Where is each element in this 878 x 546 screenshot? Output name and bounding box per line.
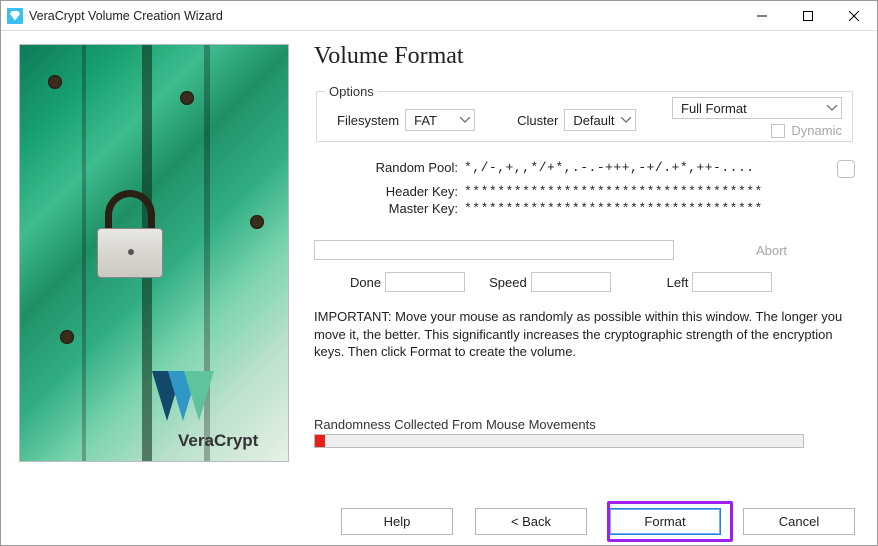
format-mode-value: Full Format [681, 101, 747, 116]
done-label: Done [350, 275, 381, 290]
random-pool-label: Random Pool: [314, 160, 464, 175]
progress-row: Abort [314, 240, 855, 260]
chevron-down-icon [460, 117, 470, 123]
dynamic-label: Dynamic [791, 123, 842, 138]
important-text: IMPORTANT: Move your mouse as randomly a… [314, 308, 854, 361]
format-progress-bar [314, 240, 674, 260]
random-pool-value: *,/-,+,,*/+*,.-.-+++,-+/.+*,++-.... [464, 160, 829, 175]
filesystem-label: Filesystem [337, 113, 399, 128]
window-title: VeraCrypt Volume Creation Wizard [29, 9, 739, 23]
speed-label: Speed [489, 275, 527, 290]
header-key-label: Header Key: [314, 184, 464, 199]
content: VeraCrypt Volume Format Options Filesyst… [1, 31, 877, 545]
format-mode-select[interactable]: Full Format [672, 97, 842, 119]
maximize-button[interactable] [785, 1, 831, 31]
master-key-label: Master Key: [314, 201, 464, 216]
titlebar: VeraCrypt Volume Creation Wizard [1, 1, 877, 31]
show-keys-checkbox[interactable] [837, 160, 855, 178]
dynamic-checkbox [771, 124, 785, 138]
button-row: Help < Back Format Cancel [1, 508, 877, 535]
dynamic-option: Dynamic [771, 123, 842, 138]
filesystem-select[interactable]: FAT [405, 109, 475, 131]
sidebar-image: VeraCrypt [19, 44, 289, 462]
done-value [385, 272, 465, 292]
format-button[interactable]: Format [609, 508, 721, 535]
randomness-bar [314, 434, 804, 448]
brand-label: VeraCrypt [178, 431, 258, 451]
help-button[interactable]: Help [341, 508, 453, 535]
left-label: Left [667, 275, 689, 290]
sidebar: VeraCrypt [1, 31, 294, 545]
page-title: Volume Format [314, 43, 855, 70]
filesystem-value: FAT [414, 113, 454, 128]
main-panel: Volume Format Options Filesystem FAT Clu… [294, 31, 877, 545]
back-button[interactable]: < Back [475, 508, 587, 535]
veracrypt-icon [7, 8, 23, 24]
speed-value [531, 272, 611, 292]
cluster-value: Default [573, 113, 614, 128]
options-legend: Options [325, 84, 378, 99]
abort-button: Abort [688, 243, 855, 258]
padlock-icon [95, 190, 165, 280]
left-value [692, 272, 772, 292]
cluster-select[interactable]: Default [564, 109, 635, 131]
randomness-fill [315, 435, 325, 447]
close-button[interactable] [831, 1, 877, 31]
veracrypt-logo-icon [152, 371, 212, 421]
options-group: Options Filesystem FAT Cluster Default F… [316, 84, 853, 142]
header-key-value: ************************************ [464, 184, 829, 199]
cancel-button[interactable]: Cancel [743, 508, 855, 535]
stats-row: Done Speed Left [314, 272, 855, 292]
randomness-label: Randomness Collected From Mouse Movement… [314, 417, 855, 432]
chevron-down-icon [621, 117, 631, 123]
cluster-label: Cluster [517, 113, 558, 128]
minimize-button[interactable] [739, 1, 785, 31]
keys-display: Random Pool: *,/-,+,,*/+*,.-.-+++,-+/.+*… [314, 160, 855, 216]
chevron-down-icon [827, 105, 837, 111]
master-key-value: ************************************ [464, 201, 829, 216]
